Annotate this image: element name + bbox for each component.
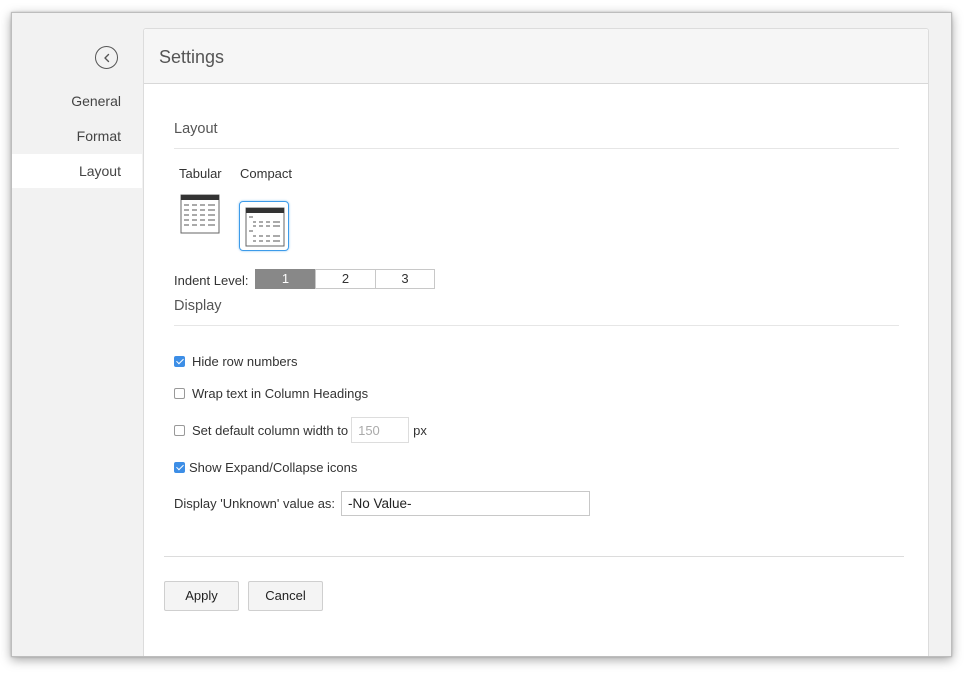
cancel-button[interactable]: Cancel [248,581,323,611]
sidebar-item-general[interactable]: General [12,84,142,118]
apply-button[interactable]: Apply [164,581,239,611]
hide-row-numbers-label: Hide row numbers [192,354,298,369]
wrap-text-label: Wrap text in Column Headings [192,386,369,401]
back-button[interactable] [95,46,118,69]
indent-level-1[interactable]: 1 [255,269,316,289]
unknown-value-input[interactable] [341,491,590,516]
show-expand-label: Show Expand/Collapse icons [189,460,358,475]
sidebar-item-format[interactable]: Format [12,119,142,153]
width-unit-label: px [413,422,427,438]
page-title: Settings [159,47,225,67]
sidebar-item-label: Format [76,128,121,144]
divider [174,148,899,149]
sidebar-item-label: Layout [78,163,121,179]
settings-window: General Format Layout Settings Layout Ta… [11,12,952,657]
default-width-checkbox[interactable] [174,424,185,436]
compact-layout-icon [245,207,285,247]
divider [164,556,904,557]
show-expand-checkbox[interactable] [174,462,185,473]
panel-header: Settings [144,29,928,84]
tabular-layout-icon [180,194,220,234]
hide-row-numbers-row[interactable]: Hide row numbers [174,354,298,369]
settings-panel: Settings Layout Tabular Compact Indent L… [143,28,929,656]
divider [174,325,899,326]
show-expand-row[interactable]: Show Expand/Collapse icons [174,460,357,475]
wrap-text-row[interactable]: Wrap text in Column Headings [174,386,368,401]
display-section-title: Display [174,298,222,314]
tabular-layout-option[interactable] [175,189,225,239]
indent-level-3[interactable]: 3 [375,269,435,289]
layout-section-title: Layout [174,121,218,137]
default-width-label: Set default column width to [192,422,349,438]
indent-level-2[interactable]: 2 [315,269,376,289]
column-width-input[interactable] [351,417,410,443]
sidebar-item-label: General [71,93,121,109]
indent-level-label: Indent Level: [174,273,249,288]
tabular-label: Tabular [179,166,222,181]
sidebar-item-layout[interactable]: Layout [12,154,142,188]
chevron-left-icon [103,53,109,62]
default-width-row: Set default column width to px [174,417,427,443]
compact-layout-option[interactable] [239,201,289,251]
wrap-text-checkbox[interactable] [174,388,185,399]
compact-label: Compact [240,166,293,181]
unknown-value-label: Display 'Unknown' value as: [174,496,336,511]
hide-row-numbers-checkbox[interactable] [174,356,185,367]
